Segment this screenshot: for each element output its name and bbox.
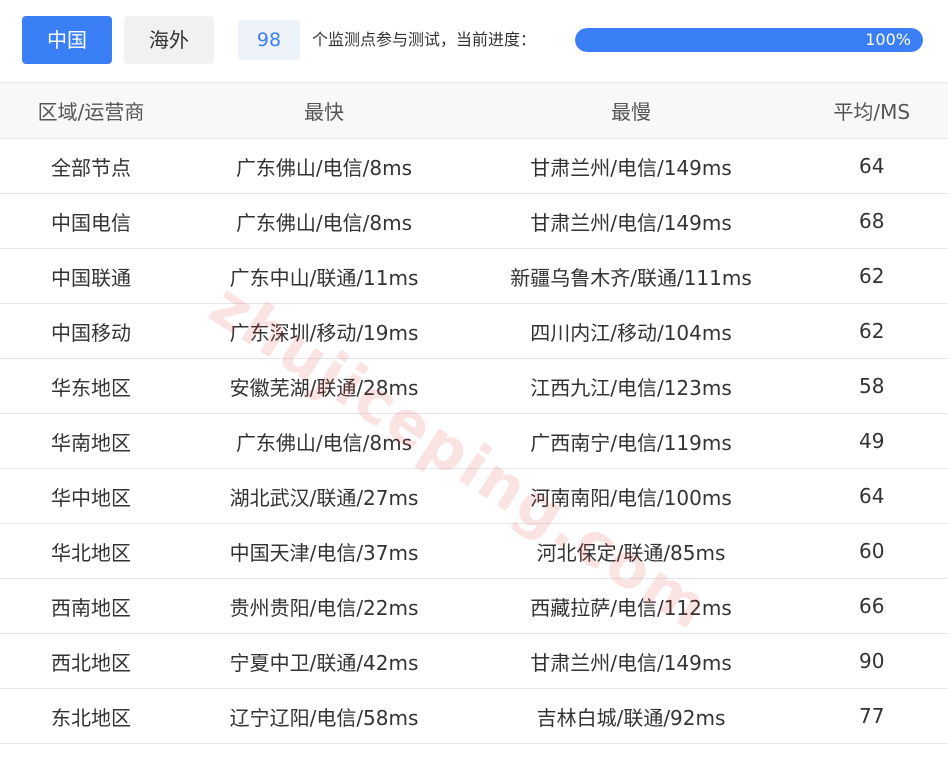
header-region-carrier: 区域/运营商 [0, 82, 182, 139]
header-fastest: 最快 [182, 82, 466, 139]
table-row: 东北地区 辽宁辽阳/电信/58ms 吉林白城/联通/92ms 77 [0, 688, 948, 744]
fastest-cell: 安徽芜湖/联通/28ms [182, 358, 466, 414]
average-cell: 62 [796, 303, 948, 359]
progress-bar: 100% [575, 28, 923, 52]
results-table-container: 区域/运营商 最快 最慢 平均/MS 全部节点 广东佛山/电信/8ms 甘肃兰州/电… [0, 82, 948, 762]
slowest-cell: 广西南宁/电信/119ms [466, 413, 796, 469]
average-cell: 60 [796, 523, 948, 579]
monitor-count-badge: 98 [238, 20, 300, 60]
fastest-cell: 中国天津/电信/37ms [182, 523, 466, 579]
average-cell: 58 [796, 358, 948, 414]
region-cell: 中国电信 [0, 193, 182, 249]
header-average-ms: 平均/MS [796, 82, 948, 139]
fastest-cell: 广东佛山/电信/8ms [182, 193, 466, 249]
table-row: 中国移动 广东深圳/移动/19ms 四川内江/移动/104ms 62 [0, 303, 948, 359]
slowest-cell: 江西九江/电信/123ms [466, 358, 796, 414]
fastest-cell: 广东佛山/电信/8ms [182, 138, 466, 194]
fastest-cell: 广东中山/联通/11ms [182, 248, 466, 304]
region-cell: 华东地区 [0, 358, 182, 414]
progress-percent-label: 100% [865, 30, 911, 49]
slowest-cell: 吉林白城/联通/92ms [466, 688, 796, 744]
table-row: 中国电信 广东佛山/电信/8ms 甘肃兰州/电信/149ms 68 [0, 193, 948, 249]
average-cell: 64 [796, 468, 948, 524]
region-cell: 西南地区 [0, 578, 182, 634]
slowest-cell: 河南南阳/电信/100ms [466, 468, 796, 524]
tab-overseas[interactable]: 海外 [124, 16, 214, 64]
table-row: 西南地区 贵州贵阳/电信/22ms 西藏拉萨/电信/112ms 66 [0, 578, 948, 634]
table-header-row: 区域/运营商 最快 最慢 平均/MS [0, 82, 948, 139]
progress-description: 个监测点参与测试，当前进度： [312, 30, 537, 49]
region-cell: 华北地区 [0, 523, 182, 579]
tab-china[interactable]: 中国 [22, 16, 112, 64]
fastest-cell: 辽宁辽阳/电信/58ms [182, 688, 466, 744]
slowest-cell: 甘肃兰州/电信/149ms [466, 633, 796, 689]
fastest-cell: 广东佛山/电信/8ms [182, 413, 466, 469]
table-row: 华东地区 安徽芜湖/联通/28ms 江西九江/电信/123ms 58 [0, 358, 948, 414]
table-row: 华北地区 中国天津/电信/37ms 河北保定/联通/85ms 60 [0, 523, 948, 579]
region-cell: 东北地区 [0, 688, 182, 744]
slowest-cell: 新疆乌鲁木齐/联通/111ms [466, 248, 796, 304]
slowest-cell: 河北保定/联通/85ms [466, 523, 796, 579]
region-cell: 全部节点 [0, 138, 182, 194]
region-cell: 中国移动 [0, 303, 182, 359]
top-bar: 中国 海外 98 个监测点参与测试，当前进度： 100% [0, 0, 948, 82]
fastest-cell: 广东深圳/移动/19ms [182, 303, 466, 359]
slowest-cell: 甘肃兰州/电信/149ms [466, 138, 796, 194]
slowest-cell: 四川内江/移动/104ms [466, 303, 796, 359]
table-row: 中国联通 广东中山/联通/11ms 新疆乌鲁木齐/联通/111ms 62 [0, 248, 948, 304]
slowest-cell: 西藏拉萨/电信/112ms [466, 578, 796, 634]
average-cell: 77 [796, 688, 948, 744]
region-cell: 西北地区 [0, 633, 182, 689]
region-cell: 中国联通 [0, 248, 182, 304]
fastest-cell: 湖北武汉/联通/27ms [182, 468, 466, 524]
fastest-cell: 宁夏中卫/联通/42ms [182, 633, 466, 689]
table-row: 全部节点 广东佛山/电信/8ms 甘肃兰州/电信/149ms 64 [0, 138, 948, 194]
fastest-cell: 贵州贵阳/电信/22ms [182, 578, 466, 634]
average-cell: 66 [796, 578, 948, 634]
slowest-cell: 甘肃兰州/电信/149ms [466, 193, 796, 249]
average-cell: 90 [796, 633, 948, 689]
table-row: 华南地区 广东佛山/电信/8ms 广西南宁/电信/119ms 49 [0, 413, 948, 469]
header-slowest: 最慢 [466, 82, 796, 139]
table-row: 华中地区 湖北武汉/联通/27ms 河南南阳/电信/100ms 64 [0, 468, 948, 524]
region-cell: 华中地区 [0, 468, 182, 524]
average-cell: 68 [796, 193, 948, 249]
average-cell: 64 [796, 138, 948, 194]
average-cell: 49 [796, 413, 948, 469]
average-cell: 62 [796, 248, 948, 304]
results-table: 区域/运营商 最快 最慢 平均/MS 全部节点 广东佛山/电信/8ms 甘肃兰州/电… [0, 82, 948, 744]
region-cell: 华南地区 [0, 413, 182, 469]
table-row: 西北地区 宁夏中卫/联通/42ms 甘肃兰州/电信/149ms 90 [0, 633, 948, 689]
